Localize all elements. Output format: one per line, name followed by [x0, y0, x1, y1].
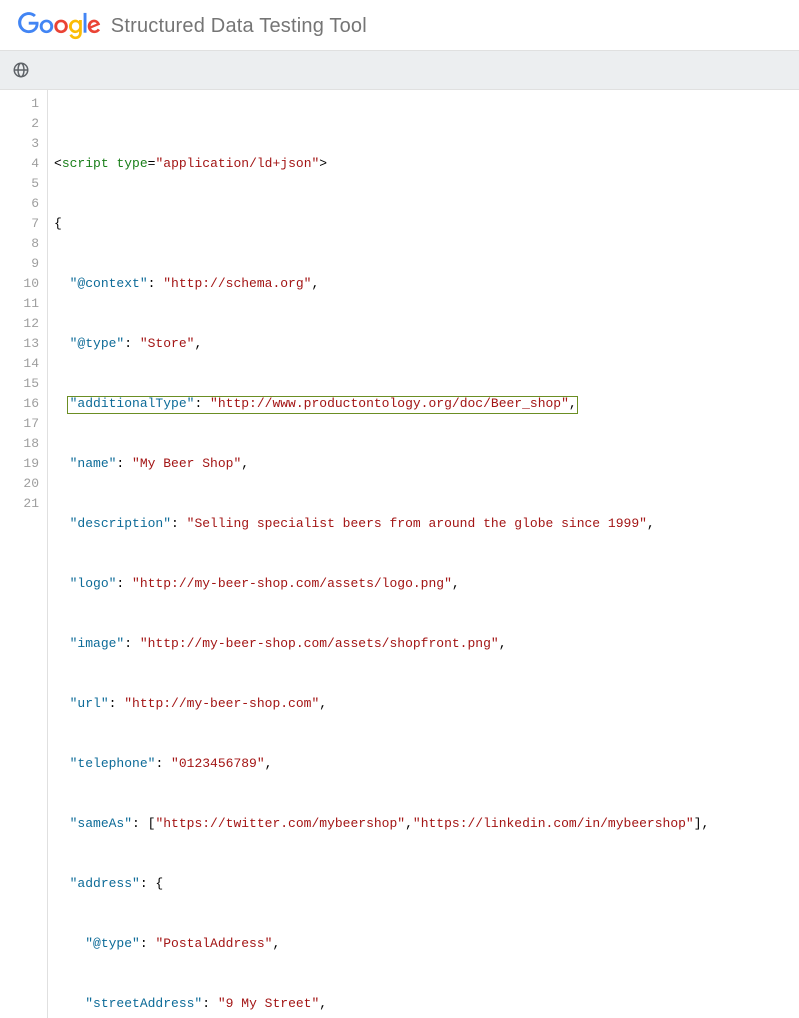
code-area[interactable]: <script type="application/ld+json"> { "@…: [48, 90, 799, 1018]
line-number: 13: [0, 334, 47, 354]
line-number: 6: [0, 194, 47, 214]
line-number: 15: [0, 374, 47, 394]
line-number: 3: [0, 134, 47, 154]
line-number: 12: [0, 314, 47, 334]
line-number: 11: [0, 294, 47, 314]
globe-icon[interactable]: [12, 61, 30, 79]
line-number: 19: [0, 454, 47, 474]
line-number: 16: [0, 394, 47, 414]
page-title: Structured Data Testing Tool: [111, 15, 367, 38]
line-number: 1: [0, 94, 47, 114]
code-editor[interactable]: 123456789101112131415161718192021 <scrip…: [0, 90, 799, 1018]
app-header: Structured Data Testing Tool: [0, 0, 799, 50]
line-number: 7: [0, 214, 47, 234]
line-number: 14: [0, 354, 47, 374]
line-number: 20: [0, 474, 47, 494]
line-gutter: 123456789101112131415161718192021: [0, 90, 48, 1018]
line-number: 21: [0, 494, 47, 514]
line-number: 10: [0, 274, 47, 294]
line-number: 4: [0, 154, 47, 174]
line-number: 18: [0, 434, 47, 454]
toolbar: [0, 50, 799, 90]
line-number: 17: [0, 414, 47, 434]
line-number: 8: [0, 234, 47, 254]
line-number: 9: [0, 254, 47, 274]
google-logo: [18, 12, 101, 40]
line-number: 2: [0, 114, 47, 134]
line-number: 5: [0, 174, 47, 194]
